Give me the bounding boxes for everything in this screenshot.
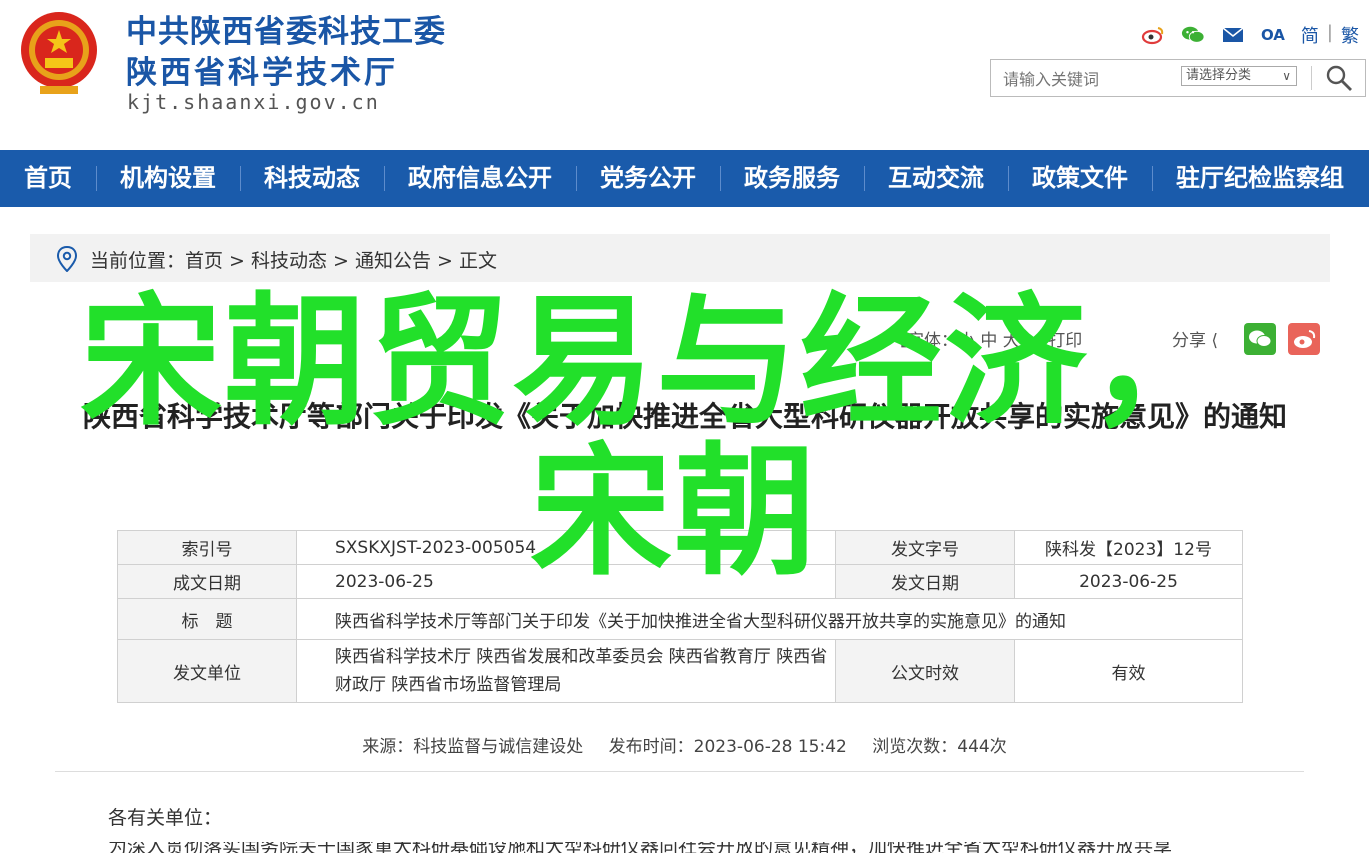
title-label: 标 题	[117, 598, 297, 640]
site-header: 中共陕西省委科技工委 陕西省科学技术厅 kjt.shaanxi.gov.cn O…	[0, 0, 1369, 150]
nav-item-discipline[interactable]: 驻厅纪检监察组	[1152, 150, 1368, 207]
top-toolbar: OA 简 | 繁	[1141, 22, 1359, 48]
lang-traditional-link[interactable]: 繁	[1341, 22, 1359, 48]
nav-item-services[interactable]: 政务服务	[720, 150, 864, 207]
issuer-label: 发文单位	[117, 639, 297, 703]
search-category-select[interactable]: 请选择分类 ∨	[1181, 66, 1297, 86]
nav-item-gov-info[interactable]: 政府信息公开	[384, 150, 576, 207]
overlay-line1: 宋朝贸易与经济，	[80, 280, 1232, 445]
chevron-down-icon: ∨	[1282, 69, 1291, 83]
lang-simplified-link[interactable]: 简	[1301, 22, 1319, 48]
title-value: 陕西省科学技术厅等部门关于印发《关于加快推进全省大型科研仪器开放共享的实施意见》…	[296, 598, 1243, 640]
national-emblem-icon	[21, 12, 97, 94]
site-name-line1[interactable]: 中共陕西省委科技工委	[126, 6, 446, 51]
overlay-line2: 宋朝	[530, 430, 818, 595]
search-category-value: 请选择分类	[1186, 68, 1252, 83]
wechat-icon[interactable]	[1181, 25, 1205, 45]
article-meta: 来源：科技监督与诚信建设处 发布时间：2023-06-28 15:42 浏览次数…	[0, 732, 1369, 757]
nav-item-party-affairs[interactable]: 党务公开	[576, 150, 720, 207]
table-row: 发文单位 陕西省科学技术厅 陕西省发展和改革委员会 陕西省教育厅 陕西省财政厅 …	[117, 639, 1243, 703]
article-body-partial: 为深入贯彻落实国务院关于国家重大科研基础设施和大型科研仪器向社会开放的意见精神，…	[108, 842, 1173, 853]
location-pin-icon	[56, 246, 78, 272]
search-divider	[1311, 66, 1312, 90]
site-domain: kjt.shaanxi.gov.cn	[127, 90, 380, 114]
nav-item-tech-news[interactable]: 科技动态	[240, 150, 384, 207]
content-divider	[55, 771, 1304, 772]
mail-icon[interactable]	[1221, 25, 1245, 45]
nav-item-organization[interactable]: 机构设置	[96, 150, 240, 207]
table-row: 标 题 陕西省科学技术厅等部门关于印发《关于加快推进全省大型科研仪器开放共享的实…	[117, 598, 1243, 640]
article-published: 发布时间：2023-06-28 15:42	[608, 737, 847, 757]
language-switch: 简 | 繁	[1301, 22, 1359, 48]
article-greeting: 各有关单位：	[108, 807, 223, 829]
article-source: 来源：科技监督与诚信建设处	[362, 737, 584, 757]
nav-item-interaction[interactable]: 互动交流	[864, 150, 1008, 207]
nav-item-policies[interactable]: 政策文件	[1008, 150, 1152, 207]
validity-label: 公文时效	[835, 639, 1015, 703]
breadcrumb-text[interactable]: 当前位置：首页 > 科技动态 > 通知公告 > 正文	[90, 246, 497, 273]
breadcrumb: 当前位置：首页 > 科技动态 > 通知公告 > 正文	[30, 234, 1330, 282]
weibo-icon[interactable]	[1141, 25, 1165, 45]
nav-item-home[interactable]: 首页	[0, 150, 96, 207]
search-box: 请选择分类 ∨	[990, 59, 1366, 97]
main-nav: 首页 机构设置 科技动态 政府信息公开 党务公开 政务服务 互动交流 政策文件 …	[0, 150, 1369, 207]
lang-separator: |	[1326, 22, 1333, 43]
search-icon[interactable]	[1325, 64, 1353, 92]
site-name-line2[interactable]: 陕西省科学技术厅	[126, 47, 398, 92]
oa-icon[interactable]: OA	[1261, 25, 1285, 45]
validity-value: 有效	[1014, 639, 1243, 703]
overlay-caption: 宋朝贸易与经济， 宋朝	[80, 288, 1320, 588]
issuer-value: 陕西省科学技术厅 陕西省发展和改革委员会 陕西省教育厅 陕西省财政厅 陕西省市场…	[296, 639, 836, 703]
search-input[interactable]	[1001, 66, 1175, 92]
article-views: 浏览次数：444次	[872, 737, 1007, 757]
